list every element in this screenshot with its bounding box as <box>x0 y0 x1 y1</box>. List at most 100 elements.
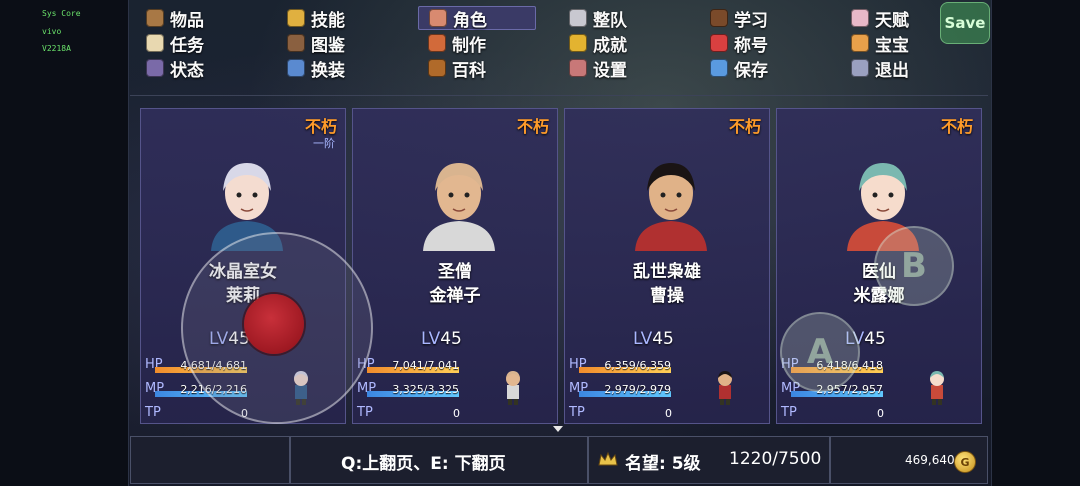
fame-progress: 1220/7500 <box>729 449 822 469</box>
scroll-down-arrow[interactable] <box>553 426 563 432</box>
character-portrait <box>423 163 495 251</box>
menu-item-label: 设置 <box>593 60 627 81</box>
tp-value: 0 <box>453 407 460 420</box>
floppy-icon <box>710 59 728 77</box>
tp-label: TP <box>357 405 373 420</box>
device-model-label: V2218A <box>42 44 71 53</box>
character-title: 乱世枭雄 <box>633 262 701 282</box>
gold-coin-icon: G <box>954 451 976 473</box>
character-sprite-icon <box>718 371 732 405</box>
crown-icon <box>598 451 618 466</box>
character-portrait <box>635 163 707 251</box>
outfit-icon <box>287 59 305 77</box>
formation-icon <box>569 9 587 27</box>
level-value: 45 <box>864 329 886 349</box>
menu-item-label: 成就 <box>593 35 627 56</box>
menu-item-label: 整队 <box>593 10 627 31</box>
craft-icon <box>428 34 446 52</box>
level-label: LV45 <box>421 329 462 349</box>
gold-amount: 469,640 <box>905 453 955 467</box>
character-name: 金禅子 <box>429 286 481 306</box>
sys-core-label: Sys Core <box>42 9 81 18</box>
menu-item-16[interactable]: 保存 <box>700 56 841 81</box>
mp-value: 3,325/3,325 <box>392 383 459 396</box>
menu-item-7[interactable]: 图鉴 <box>277 31 418 56</box>
level-value: 45 <box>652 329 674 349</box>
hp-value: 6,359/6,359 <box>604 359 671 372</box>
tp-value: 0 <box>877 407 884 420</box>
menu-item-label: 百科 <box>452 60 486 81</box>
party-card[interactable]: 不朽 乱世枭雄 曹操 LV45 HP 6,359/6,359 MP 2,979/2,979 TP… <box>564 108 770 424</box>
status-badge: 不朽 <box>940 117 973 136</box>
mp-value: 2,979/2,979 <box>604 383 671 396</box>
quest-icon <box>146 34 164 52</box>
menu-item-1[interactable]: 技能 <box>277 6 418 31</box>
pet-icon <box>851 34 869 52</box>
menu-item-label: 角色 <box>453 10 487 31</box>
menu-divider <box>130 95 988 96</box>
menu-item-0[interactable]: 物品 <box>136 6 277 31</box>
medal-icon <box>710 34 728 52</box>
level-value: 45 <box>440 329 462 349</box>
menu-item-label: 换装 <box>311 60 345 81</box>
menu-item-label: 制作 <box>452 35 486 56</box>
status-badge: 不朽 <box>304 117 337 136</box>
menu-item-13[interactable]: 换装 <box>277 56 418 81</box>
status-badge: 不朽 <box>728 117 761 136</box>
joystick-knob[interactable] <box>244 294 304 354</box>
status-icon <box>146 59 164 77</box>
main-menu: 物品 技能 角色 整队 学习 天赋任务 图鉴 制作 成就 称号 宝宝状态 换装 百科 设置 保存 退出 <box>136 6 986 90</box>
character-sprite-icon <box>506 371 520 405</box>
trophy-icon <box>569 34 587 52</box>
hp-value: 7,041/7,041 <box>392 359 459 372</box>
album-icon <box>287 34 305 52</box>
menu-item-9[interactable]: 成就 <box>559 31 700 56</box>
status-badge: 不朽 <box>516 117 549 136</box>
gear-icon <box>569 59 587 77</box>
tp-label: TP <box>569 405 585 420</box>
character-title: 圣僧 <box>438 262 472 282</box>
mask-icon <box>429 9 447 27</box>
menu-item-15[interactable]: 设置 <box>559 56 700 81</box>
skill-icon <box>287 9 305 27</box>
menu-item-label: 称号 <box>734 35 768 56</box>
menu-item-8[interactable]: 制作 <box>418 31 559 56</box>
menu-item-label: 状态 <box>170 60 204 81</box>
level-label: LV45 <box>633 329 674 349</box>
menu-item-label: 保存 <box>734 60 768 81</box>
book-icon <box>710 9 728 27</box>
tp-label: TP <box>145 405 161 420</box>
menu-item-label: 宝宝 <box>875 35 909 56</box>
menu-item-label: 学习 <box>734 10 768 31</box>
encyclopedia-icon <box>428 59 446 77</box>
menu-item-label: 图鉴 <box>311 35 345 56</box>
character-sprite-icon <box>930 371 944 405</box>
tp-value: 0 <box>665 407 672 420</box>
save-button[interactable]: Save <box>940 2 990 44</box>
footer-panel-left <box>130 436 290 484</box>
b-button[interactable]: B <box>874 226 954 306</box>
menu-item-label: 物品 <box>170 10 204 31</box>
menu-item-label: 任务 <box>170 35 204 56</box>
level-prefix: LV <box>421 329 441 349</box>
menu-item-label: 天赋 <box>875 10 909 31</box>
bag-icon <box>146 9 164 27</box>
footer-panel-hint: Q:上翻页、E: 下翻页 <box>290 436 588 484</box>
character-name: 曹操 <box>650 286 684 306</box>
menu-item-10[interactable]: 称号 <box>700 31 841 56</box>
menu-item-14[interactable]: 百科 <box>418 56 559 81</box>
footer-panel-fame: 名望: 5级 1220/7500 <box>588 436 830 484</box>
menu-item-label: 技能 <box>311 10 345 31</box>
menu-item-12[interactable]: 状态 <box>136 56 277 81</box>
menu-item-17[interactable]: 退出 <box>841 56 982 81</box>
talent-icon <box>851 9 869 27</box>
exit-icon <box>851 59 869 77</box>
device-brand-label: vivo <box>42 27 62 36</box>
menu-item-label: 退出 <box>875 60 909 81</box>
a-button[interactable]: A <box>780 312 860 392</box>
menu-item-3[interactable]: 整队 <box>559 6 700 31</box>
menu-item-2[interactable]: 角色 <box>418 6 536 31</box>
menu-item-6[interactable]: 任务 <box>136 31 277 56</box>
party-card[interactable]: 不朽 圣僧 金禅子 LV45 HP 7,041/7,041 MP 3,325/3,325 TP 0 <box>352 108 558 424</box>
menu-item-4[interactable]: 学习 <box>700 6 841 31</box>
